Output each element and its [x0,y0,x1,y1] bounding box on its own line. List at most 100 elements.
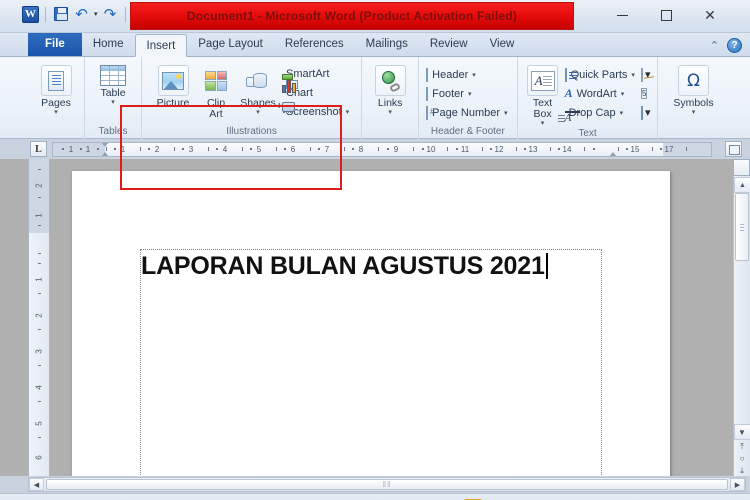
close-button[interactable]: ✕ [688,2,732,29]
page-number-dropdown-icon[interactable]: ▾ [504,109,508,117]
clip-art-button[interactable]: Clip Art [196,62,236,120]
table-dropdown-icon[interactable]: ▾ [111,99,115,107]
screenshot-dropdown-icon[interactable]: ▾ [346,108,350,116]
horizontal-ruler[interactable]: 1 1 1 2 3 4 5 6 7 8 9 10 11 12 13 14 15 … [52,142,712,157]
vertical-scroll-thumb[interactable] [735,193,749,261]
header-dropdown-icon[interactable]: ▾ [472,71,476,79]
text-cursor [545,253,548,279]
header-footer-group-label: Header & Footer [430,126,505,137]
object-dropdown-icon[interactable]: ▾ [645,106,651,119]
page-number-button[interactable]: Page Number ▾ [424,103,511,122]
minimize-button[interactable] [600,2,644,29]
left-indent-marker[interactable] [101,152,109,156]
shapes-button[interactable]: Shapes ▾ [236,62,280,117]
drop-cap-dropdown-icon[interactable]: ▾ [620,109,624,117]
header-button[interactable]: Header ▾ [424,65,511,84]
ribbon-insert: Pages ▾ Table ▾ Tables Picture Clip Art … [0,57,750,190]
drop-cap-label: Drop Cap [568,106,616,119]
ribbon-group-illustrations: Picture Clip Art Shapes ▾ SmartArt Chart… [141,57,361,139]
tab-file[interactable]: File [28,33,82,56]
vertical-ruler[interactable]: 2 1 1 2 3 4 5 6 [28,159,50,476]
page-viewport: LAPORAN BULAN AGUSTUS 2021 [50,159,733,476]
picture-button[interactable]: Picture [150,62,196,109]
footer-button[interactable]: Footer ▾ [424,84,511,103]
ruler-label-16: 15 [630,145,640,154]
tab-view[interactable]: View [479,33,526,56]
right-indent-marker[interactable] [609,152,617,156]
table-button[interactable]: Table ▾ [90,62,136,107]
document-page[interactable]: LAPORAN BULAN AGUSTUS 2021 [72,171,670,476]
text-box-dropdown-icon[interactable]: ▾ [541,120,545,128]
pages-dropdown-icon[interactable]: ▾ [54,109,58,117]
header-label: Header [432,68,469,81]
save-icon[interactable] [52,6,69,23]
ribbon-group-text: A Text Box ▾ Quick Parts ▾ A WordArt ▾ A… [516,57,658,139]
footer-dropdown-icon[interactable]: ▾ [468,90,472,98]
links-dropdown-icon[interactable]: ▾ [388,109,392,117]
scroll-left-button[interactable]: ◀ [29,478,44,491]
symbols-button[interactable]: Ω Symbols ▾ [668,62,718,117]
ruler-label-6: 5 [256,145,262,154]
word-logo-icon[interactable]: W [22,6,39,23]
wordart-dropdown-icon[interactable]: ▾ [621,90,625,98]
tab-insert[interactable]: Insert [134,34,188,57]
object-button[interactable]: ▾ [639,103,653,122]
scroll-up-button[interactable]: ▲ [734,177,750,193]
horizontal-scroll-thumb[interactable]: ‖‖ [46,479,728,490]
ruler-label-0: 1 [68,145,74,154]
signature-line-dropdown-icon[interactable]: ▾ [645,68,651,81]
tab-strip-right-controls: ⌃ ? [710,38,742,53]
ribbon-group-symbols: Ω Symbols ▾ [657,57,728,139]
text-mini-buttons: ▾ 5 ▾ [639,62,653,122]
scroll-down-button[interactable]: ▼ [733,424,750,440]
pages-label: Pages [41,97,71,109]
ruler-label-17: 17 [664,145,674,154]
tab-references[interactable]: References [274,33,355,56]
symbols-label: Symbols [673,97,714,109]
help-icon[interactable]: ? [727,38,742,53]
first-line-indent-marker[interactable] [101,143,109,147]
text-box-button[interactable]: A Text Box ▾ [523,62,563,128]
quick-parts-dropdown-icon[interactable]: ▾ [631,71,635,79]
quick-parts-button[interactable]: Quick Parts ▾ [563,65,639,84]
scroll-right-button[interactable]: ▶ [730,478,745,491]
wordart-button[interactable]: A WordArt ▾ [563,84,639,103]
table-icon [100,65,126,86]
title-bar: W ↶ ▾ ↷ ▾ Document1 - Microsoft Word (Pr… [0,0,750,33]
signature-line-button[interactable]: ▾ [639,65,653,84]
browse-next-icon[interactable]: ⤓ [740,465,744,476]
browse-previous-icon[interactable]: ⤒ [740,441,744,452]
maximize-button[interactable] [644,2,688,29]
undo-dropdown-icon[interactable]: ▾ [94,6,98,23]
undo-icon[interactable]: ↶ [73,6,90,23]
horizontal-ruler-row: L 1 1 1 2 3 4 5 6 7 8 9 10 11 12 13 14 1… [0,139,750,159]
shapes-dropdown-icon[interactable]: ▾ [256,109,260,117]
redo-icon[interactable]: ↷ [102,6,119,23]
chart-button[interactable]: Chart [280,79,353,102]
drop-cap-button[interactable]: A Drop Cap ▾ [557,103,639,123]
links-button[interactable]: Links ▾ [367,62,413,117]
horizontal-scrollbar[interactable]: ◀ ‖‖ ▶ [28,477,746,492]
page-number-icon [426,105,429,120]
select-browse-object-icon[interactable]: ○ [740,453,745,464]
tab-review[interactable]: Review [419,33,479,56]
ribbon-group-tables: Table ▾ Tables [84,57,141,139]
symbols-dropdown-icon[interactable]: ▾ [692,109,696,117]
tab-page-layout[interactable]: Page Layout [187,33,274,56]
illustrations-group-label: Illustrations [226,126,277,137]
v-ruler-label-7: 6 [34,455,44,460]
ruler-label-12: 11 [460,145,470,154]
tab-stop-selector[interactable]: L [30,141,47,157]
collapse-ribbon-icon[interactable]: ⌃ [710,39,719,52]
tab-mailings[interactable]: Mailings [355,33,419,56]
select-browse-object-top-icon[interactable] [725,141,742,157]
ribbon-group-links: Links ▾ [361,57,418,139]
document-paragraph[interactable]: LAPORAN BULAN AGUSTUS 2021 [141,252,548,281]
v-ruler-label-5: 4 [34,385,44,390]
tab-home[interactable]: Home [82,33,135,56]
screenshot-button[interactable]: + Screenshot ▾ [276,101,353,121]
ruler-toggle-icon[interactable] [733,159,750,176]
date-and-time-button[interactable]: 5 [639,84,653,103]
pages-button[interactable]: Pages ▾ [33,62,79,117]
vertical-scrollbar[interactable]: ▲ ▼ ⤒ ○ ⤓ [733,159,750,476]
